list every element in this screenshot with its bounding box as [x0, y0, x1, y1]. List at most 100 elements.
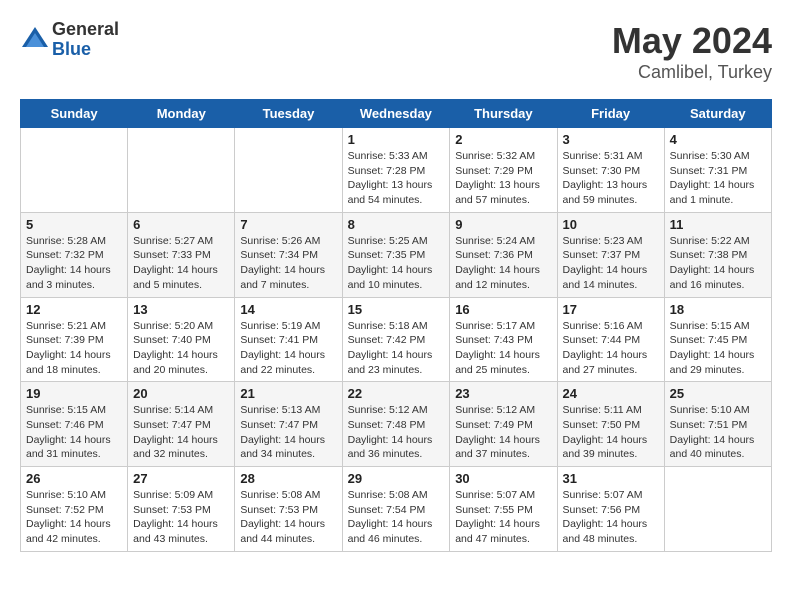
day-number: 1 — [348, 132, 445, 147]
day-number: 9 — [455, 217, 551, 232]
day-info: Sunrise: 5:20 AM Sunset: 7:40 PM Dayligh… — [133, 319, 229, 378]
day-number: 7 — [240, 217, 336, 232]
day-info: Sunrise: 5:09 AM Sunset: 7:53 PM Dayligh… — [133, 488, 229, 547]
day-info: Sunrise: 5:11 AM Sunset: 7:50 PM Dayligh… — [563, 403, 659, 462]
logo-general: General — [52, 20, 119, 40]
title-block: May 2024 Camlibel, Turkey — [612, 20, 772, 83]
day-number: 2 — [455, 132, 551, 147]
day-number: 23 — [455, 386, 551, 401]
day-info: Sunrise: 5:32 AM Sunset: 7:29 PM Dayligh… — [455, 149, 551, 208]
weekday-header: Friday — [557, 100, 664, 128]
day-info: Sunrise: 5:08 AM Sunset: 7:53 PM Dayligh… — [240, 488, 336, 547]
day-number: 24 — [563, 386, 659, 401]
day-info: Sunrise: 5:27 AM Sunset: 7:33 PM Dayligh… — [133, 234, 229, 293]
calendar-cell: 2 Sunrise: 5:32 AM Sunset: 7:29 PM Daylig… — [450, 128, 557, 213]
day-number: 31 — [563, 471, 659, 486]
day-info: Sunrise: 5:10 AM Sunset: 7:52 PM Dayligh… — [26, 488, 122, 547]
calendar-cell: 26 Sunrise: 5:10 AM Sunset: 7:52 PM Dayli… — [21, 467, 128, 552]
day-info: Sunrise: 5:15 AM Sunset: 7:45 PM Dayligh… — [670, 319, 766, 378]
day-number: 6 — [133, 217, 229, 232]
day-info: Sunrise: 5:25 AM Sunset: 7:35 PM Dayligh… — [348, 234, 445, 293]
weekday-header: Sunday — [21, 100, 128, 128]
day-number: 20 — [133, 386, 229, 401]
day-info: Sunrise: 5:13 AM Sunset: 7:47 PM Dayligh… — [240, 403, 336, 462]
day-info: Sunrise: 5:33 AM Sunset: 7:28 PM Dayligh… — [348, 149, 445, 208]
calendar-cell — [664, 467, 771, 552]
day-number: 10 — [563, 217, 659, 232]
calendar-cell: 17 Sunrise: 5:16 AM Sunset: 7:44 PM Dayli… — [557, 297, 664, 382]
day-number: 5 — [26, 217, 122, 232]
page-header: General Blue May 2024 Camlibel, Turkey — [20, 20, 772, 83]
day-number: 13 — [133, 302, 229, 317]
day-info: Sunrise: 5:31 AM Sunset: 7:30 PM Dayligh… — [563, 149, 659, 208]
calendar-cell: 24 Sunrise: 5:11 AM Sunset: 7:50 PM Dayli… — [557, 382, 664, 467]
calendar-week-row: 12 Sunrise: 5:21 AM Sunset: 7:39 PM Dayli… — [21, 297, 772, 382]
calendar-cell: 1 Sunrise: 5:33 AM Sunset: 7:28 PM Daylig… — [342, 128, 450, 213]
calendar-cell: 28Sunrise: 5:08 AM Sunset: 7:53 PM Dayli… — [235, 467, 342, 552]
day-number: 11 — [670, 217, 766, 232]
day-info: Sunrise: 5:21 AM Sunset: 7:39 PM Dayligh… — [26, 319, 122, 378]
day-number: 29 — [348, 471, 445, 486]
day-number: 16 — [455, 302, 551, 317]
day-number: 4 — [670, 132, 766, 147]
calendar-cell: 27 Sunrise: 5:09 AM Sunset: 7:53 PM Dayli… — [128, 467, 235, 552]
day-info: Sunrise: 5:22 AM Sunset: 7:38 PM Dayligh… — [670, 234, 766, 293]
day-info: Sunrise: 5:24 AM Sunset: 7:36 PM Dayligh… — [455, 234, 551, 293]
calendar-week-row: 5 Sunrise: 5:28 AM Sunset: 7:32 PM Daylig… — [21, 212, 772, 297]
calendar-cell: 23 Sunrise: 5:12 AM Sunset: 7:49 PM Dayli… — [450, 382, 557, 467]
day-info: Sunrise: 5:23 AM Sunset: 7:37 PM Dayligh… — [563, 234, 659, 293]
logo-blue-text: Blue — [52, 40, 119, 60]
calendar-cell — [128, 128, 235, 213]
day-info: Sunrise: 5:10 AM Sunset: 7:51 PM Dayligh… — [670, 403, 766, 462]
calendar-cell: 16 Sunrise: 5:17 AM Sunset: 7:43 PM Dayli… — [450, 297, 557, 382]
day-info: Sunrise: 5:30 AM Sunset: 7:31 PM Dayligh… — [670, 149, 766, 208]
day-number: 18 — [670, 302, 766, 317]
day-number: 17 — [563, 302, 659, 317]
weekday-header: Wednesday — [342, 100, 450, 128]
day-info: Sunrise: 5:16 AM Sunset: 7:44 PM Dayligh… — [563, 319, 659, 378]
day-info: Sunrise: 5:28 AM Sunset: 7:32 PM Dayligh… — [26, 234, 122, 293]
weekday-header: Tuesday — [235, 100, 342, 128]
day-number: 27 — [133, 471, 229, 486]
day-number: 14 — [240, 302, 336, 317]
calendar-cell: 31 Sunrise: 5:07 AM Sunset: 7:56 PM Dayli… — [557, 467, 664, 552]
calendar-cell: 11 Sunrise: 5:22 AM Sunset: 7:38 PM Dayli… — [664, 212, 771, 297]
calendar-table: SundayMondayTuesdayWednesdayThursdayFrid… — [20, 99, 772, 552]
logo-icon — [20, 25, 50, 55]
calendar-cell: 20 Sunrise: 5:14 AM Sunset: 7:47 PM Dayli… — [128, 382, 235, 467]
calendar-cell — [235, 128, 342, 213]
calendar-cell: 25 Sunrise: 5:10 AM Sunset: 7:51 PM Dayli… — [664, 382, 771, 467]
calendar-cell: 12 Sunrise: 5:21 AM Sunset: 7:39 PM Dayli… — [21, 297, 128, 382]
day-number: 12 — [26, 302, 122, 317]
weekday-header: Saturday — [664, 100, 771, 128]
day-number: 25 — [670, 386, 766, 401]
calendar-location: Camlibel, Turkey — [612, 62, 772, 83]
day-number: 22 — [348, 386, 445, 401]
weekday-header: Monday — [128, 100, 235, 128]
day-info: Sunrise: 5:08 AM Sunset: 7:54 PM Dayligh… — [348, 488, 445, 547]
calendar-week-row: 19Sunrise: 5:15 AM Sunset: 7:46 PM Dayli… — [21, 382, 772, 467]
calendar-cell: 30 Sunrise: 5:07 AM Sunset: 7:55 PM Dayli… — [450, 467, 557, 552]
day-info: Sunrise: 5:07 AM Sunset: 7:55 PM Dayligh… — [455, 488, 551, 547]
calendar-cell: 22 Sunrise: 5:12 AM Sunset: 7:48 PM Dayli… — [342, 382, 450, 467]
weekday-header: Thursday — [450, 100, 557, 128]
day-number: 26 — [26, 471, 122, 486]
day-info: Sunrise: 5:15 AM Sunset: 7:46 PM Dayligh… — [26, 403, 122, 462]
day-info: Sunrise: 5:14 AM Sunset: 7:47 PM Dayligh… — [133, 403, 229, 462]
calendar-week-row: 1 Sunrise: 5:33 AM Sunset: 7:28 PM Daylig… — [21, 128, 772, 213]
day-info: Sunrise: 5:17 AM Sunset: 7:43 PM Dayligh… — [455, 319, 551, 378]
calendar-cell: 14Sunrise: 5:19 AM Sunset: 7:41 PM Dayli… — [235, 297, 342, 382]
calendar-title: May 2024 — [612, 20, 772, 62]
calendar-cell: 3Sunrise: 5:31 AM Sunset: 7:30 PM Daylig… — [557, 128, 664, 213]
day-info: Sunrise: 5:12 AM Sunset: 7:48 PM Dayligh… — [348, 403, 445, 462]
calendar-cell: 9 Sunrise: 5:24 AM Sunset: 7:36 PM Daylig… — [450, 212, 557, 297]
calendar-cell: 29 Sunrise: 5:08 AM Sunset: 7:54 PM Dayli… — [342, 467, 450, 552]
calendar-cell: 13 Sunrise: 5:20 AM Sunset: 7:40 PM Dayli… — [128, 297, 235, 382]
day-number: 30 — [455, 471, 551, 486]
day-info: Sunrise: 5:07 AM Sunset: 7:56 PM Dayligh… — [563, 488, 659, 547]
day-number: 21 — [240, 386, 336, 401]
day-info: Sunrise: 5:12 AM Sunset: 7:49 PM Dayligh… — [455, 403, 551, 462]
calendar-cell: 7Sunrise: 5:26 AM Sunset: 7:34 PM Daylig… — [235, 212, 342, 297]
calendar-cell: 5 Sunrise: 5:28 AM Sunset: 7:32 PM Daylig… — [21, 212, 128, 297]
logo: General Blue — [20, 20, 119, 60]
